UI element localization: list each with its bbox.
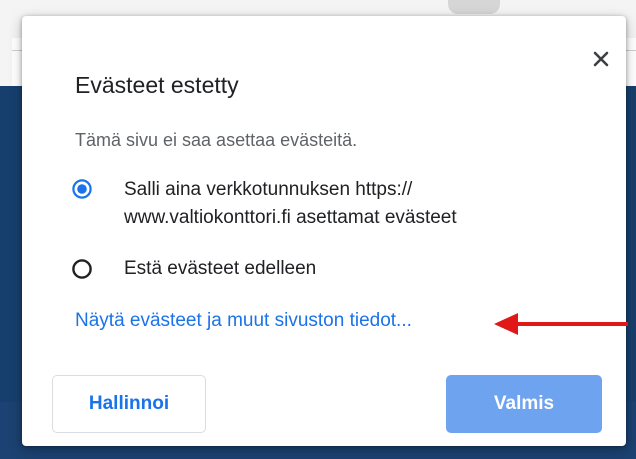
popup-title: Evästeet estetty	[75, 72, 239, 98]
option-allow-label: Salli aina verkkotunnuksen https:// www.…	[124, 179, 457, 228]
done-button[interactable]: Valmis	[446, 375, 602, 433]
cookies-blocked-popup: Evästeet estetty Tämä sivu ei saa asetta…	[22, 16, 628, 446]
browser-viewport: Evästeet estetty Tämä sivu ei saa asetta…	[0, 0, 636, 459]
toolbar-tab-edge	[448, 0, 500, 14]
popup-description: Tämä sivu ei saa asettaa evästeitä.	[75, 130, 358, 150]
radio-selected-icon[interactable]	[72, 179, 92, 199]
option-block-label: Estä evästeet edelleen	[124, 258, 317, 279]
option-keep-blocking[interactable]: Estä evästeet edelleen	[72, 256, 554, 283]
radio-unselected-icon[interactable]	[72, 259, 92, 279]
site-details-link[interactable]: Näytä evästeet ja muut sivuston tiedot..…	[75, 310, 412, 332]
option-allow-cookies[interactable]: Salli aina verkkotunnuksen https:// www.…	[72, 176, 554, 232]
manage-button[interactable]: Hallinnoi	[52, 375, 206, 433]
red-arrow-left-icon	[494, 313, 628, 335]
close-button[interactable]	[590, 48, 612, 70]
close-icon[interactable]	[593, 51, 609, 67]
